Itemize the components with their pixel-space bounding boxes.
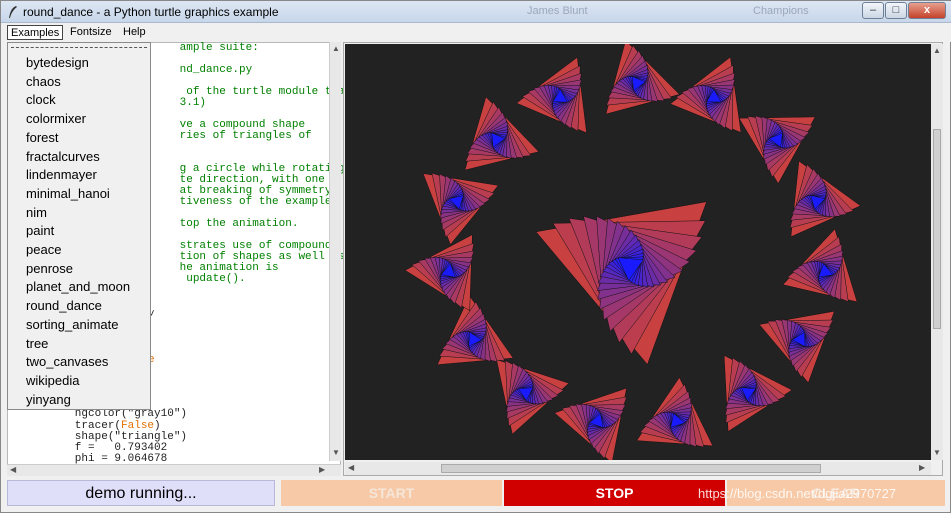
maximize-button[interactable]: □	[885, 2, 907, 19]
scroll-left-icon[interactable]: ◀	[348, 463, 354, 472]
menu-item-colormixer[interactable]: colormixer	[26, 110, 86, 128]
scroll-right-icon[interactable]: ▶	[919, 463, 925, 472]
scroll-left-icon[interactable]: ◀	[10, 465, 16, 474]
menu-item-nim[interactable]: nim	[26, 204, 47, 222]
code-line-bgcolor: ngcolor("gray10")	[22, 408, 188, 420]
menu-item-wikipedia[interactable]: wikipedia	[26, 372, 79, 390]
status-label: demo running...	[7, 480, 275, 506]
menu-item-two-canvases[interactable]: two_canvases	[26, 353, 108, 371]
menu-examples[interactable]: Examples	[7, 25, 64, 40]
triangle-dancer	[404, 234, 475, 312]
scroll-up-icon[interactable]: ▲	[933, 46, 941, 55]
close-button[interactable]: x	[908, 2, 946, 19]
menu-item-peace[interactable]: peace	[26, 241, 61, 259]
triangle-dancer	[782, 228, 858, 303]
triangle-dancer	[669, 56, 742, 133]
menu-item-penrose[interactable]: penrose	[26, 260, 73, 278]
triangle-dancer	[605, 40, 680, 115]
background-window-title-2: Champions	[753, 5, 809, 17]
menu-item-yinyang[interactable]: yinyang	[26, 391, 71, 409]
title-bar[interactable]: round_dance - a Python turtle graphics e…	[1, 1, 951, 23]
scroll-down-icon[interactable]: ▼	[332, 448, 340, 457]
triangle-dancer	[758, 310, 835, 384]
triangle-dancer	[496, 359, 570, 435]
menu-bar: Examples Fontsize Help	[1, 23, 951, 42]
menu-item-bytedesign[interactable]: bytedesign	[26, 54, 89, 72]
triangle-dancer	[535, 201, 707, 365]
scroll-up-icon[interactable]: ▲	[332, 44, 340, 53]
menu-item-forest[interactable]: forest	[26, 129, 59, 147]
triangle-dancer	[516, 56, 587, 134]
menu-help[interactable]: Help	[120, 25, 149, 40]
menu-item-planet-and-moon[interactable]: planet_and_moon	[26, 278, 130, 296]
menu-item-clock[interactable]: clock	[26, 91, 56, 109]
turtle-canvas[interactable]	[345, 40, 931, 464]
triangle-dancer	[789, 160, 861, 238]
code-vertical-scrollbar[interactable]: ▲ ▼	[329, 42, 341, 461]
menu-item-paint[interactable]: paint	[26, 222, 54, 240]
minimize-button[interactable]: –	[862, 2, 884, 19]
triangle-dancer	[636, 376, 714, 448]
scroll-right-icon[interactable]: ▶	[319, 465, 325, 474]
menu-item-chaos[interactable]: chaos	[26, 73, 61, 91]
menu-item-fractalcurves[interactable]: fractalcurves	[26, 148, 100, 166]
triangle-dancer	[436, 295, 514, 365]
code-horizontal-scrollbar[interactable]: ◀ ▶	[7, 464, 341, 476]
menu-item-minimal-hanoi[interactable]: minimal_hanoi	[26, 185, 110, 203]
background-window-title: James Blunt	[527, 5, 588, 17]
canvas-vertical-scrollbar[interactable]: ▲ ▼	[931, 44, 943, 460]
examples-dropdown-menu: bytedesign chaos clock colormixer forest frac…	[7, 42, 151, 410]
triangle-dancer	[422, 172, 499, 246]
stop-button[interactable]: STOP	[504, 480, 725, 506]
start-button[interactable]: START	[281, 480, 502, 506]
feather-icon	[9, 6, 17, 18]
round-dance-drawing	[404, 40, 861, 464]
tearoff-line[interactable]	[11, 47, 147, 48]
scroll-thumb[interactable]	[933, 129, 941, 329]
window-title: round_dance - a Python turtle graphics e…	[23, 5, 279, 19]
menu-fontsize[interactable]: Fontsize	[67, 25, 115, 40]
scroll-thumb[interactable]	[441, 464, 821, 473]
canvas-horizontal-scrollbar[interactable]: ◀ ▶	[345, 462, 931, 475]
triangle-dancer	[554, 387, 628, 464]
watermark-text: https://blog.csdn.net/dgjia2970727	[698, 486, 897, 501]
scroll-down-icon[interactable]: ▼	[933, 448, 941, 457]
menu-item-sorting-animate[interactable]: sorting_animate	[26, 316, 119, 334]
menu-item-round-dance[interactable]: round_dance	[26, 297, 102, 315]
menu-item-tree[interactable]: tree	[26, 335, 48, 353]
triangle-dancer	[723, 354, 793, 432]
menu-item-lindenmayer[interactable]: lindenmayer	[26, 166, 97, 184]
app-window: round_dance - a Python turtle graphics e…	[0, 0, 951, 513]
